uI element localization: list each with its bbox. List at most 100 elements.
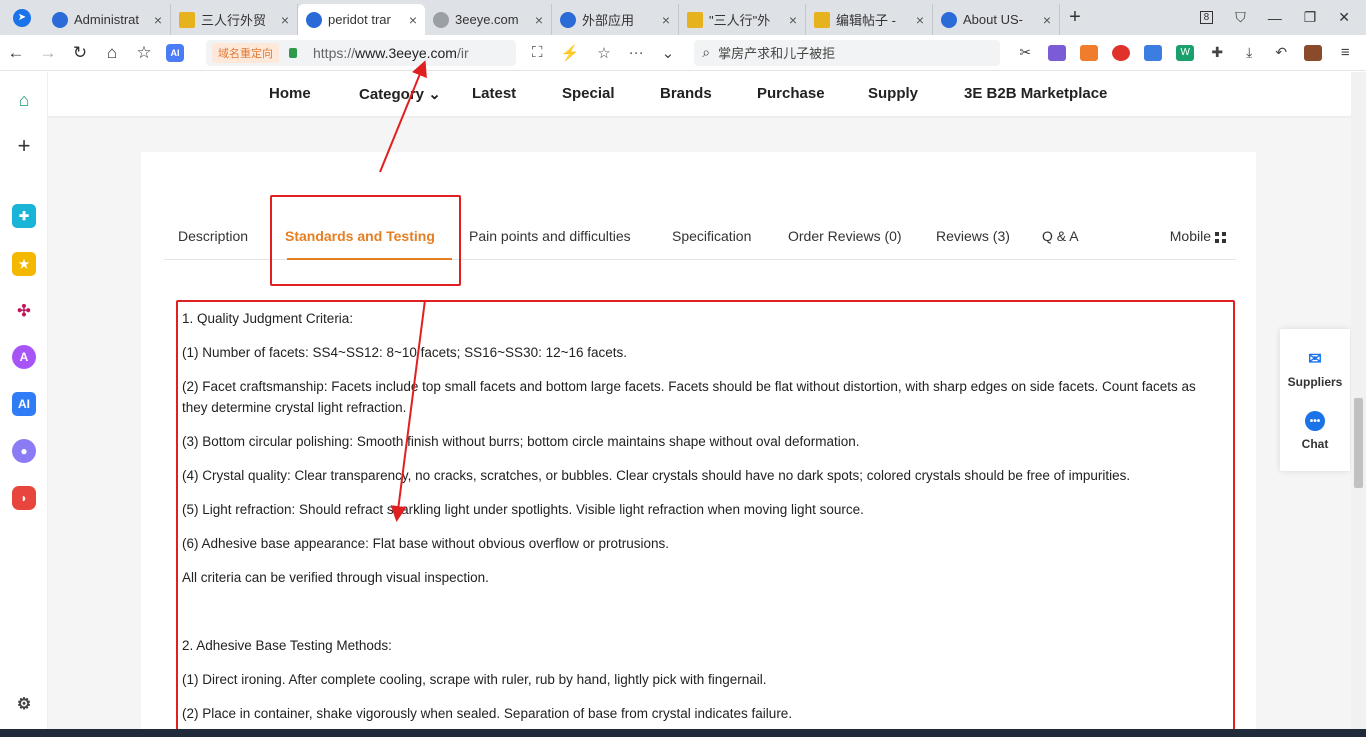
content-line: (3) Bottom circular polishing: Smooth fi… <box>182 434 860 449</box>
url-host: www.3eeye.com <box>355 44 457 61</box>
bookmark-star-icon[interactable]: ☆ <box>597 44 610 62</box>
tab-title: peridot trar <box>328 12 391 27</box>
content-line: (5) Light refraction: Should refract spa… <box>182 502 864 517</box>
browser-tab-strip: ➤ Administrat × 三人行外贸 × peridot trar × 3… <box>0 0 1366 35</box>
tab-description[interactable]: Description <box>178 228 248 244</box>
browser-menu-icon[interactable]: ➤ <box>0 0 44 35</box>
tab-count-badge[interactable]: 8 <box>1199 11 1214 24</box>
close-window-icon[interactable]: ✕ <box>1338 9 1350 26</box>
menu-icon[interactable]: ≡ <box>1336 44 1354 61</box>
download-icon[interactable]: ⤓ <box>1240 44 1258 61</box>
undo-icon[interactable]: ↶ <box>1272 44 1290 61</box>
tab-title: 编辑帖子 - <box>836 13 896 28</box>
tab-specification[interactable]: Specification <box>672 228 751 244</box>
browser-tab[interactable]: 外部应用 × <box>552 4 679 35</box>
browser-tab[interactable]: Administrat × <box>44 4 171 35</box>
tab-order-reviews[interactable]: Order Reviews (0) <box>788 228 902 244</box>
ai-assistant-icon[interactable]: AI <box>166 43 184 62</box>
nav-latest[interactable]: Latest <box>472 85 516 102</box>
browser-tab[interactable]: 3eeye.com × <box>425 4 552 35</box>
browser-tab-active[interactable]: peridot trar × <box>298 4 425 35</box>
mail-icon[interactable] <box>1144 44 1163 61</box>
reload-icon[interactable]: ↻ <box>64 35 96 71</box>
word-icon[interactable]: W <box>1176 44 1195 61</box>
blue-logo-icon <box>306 11 322 28</box>
close-icon[interactable]: × <box>154 12 162 28</box>
translate-icon[interactable]: ⛶ <box>532 44 543 61</box>
forward-icon[interactable]: → <box>32 35 64 71</box>
tab-title: 三人行外贸 <box>201 13 267 28</box>
ai-circle-icon[interactable]: A <box>12 345 36 369</box>
tab-pain-points[interactable]: Pain points and difficulties <box>469 228 631 244</box>
tab-title: About US- <box>963 12 1023 27</box>
extension-orange-icon[interactable] <box>1080 44 1099 61</box>
active-tab-underline <box>287 258 452 260</box>
page-scrollbar[interactable] <box>1351 72 1366 737</box>
close-icon[interactable]: × <box>789 12 797 28</box>
more-icon[interactable]: ··· <box>629 44 644 61</box>
chat-bot-icon[interactable]: ● <box>12 439 36 463</box>
nav-special[interactable]: Special <box>562 85 615 102</box>
close-icon[interactable]: × <box>1043 12 1051 28</box>
browser-side-panel: ⌂ + ✚ ★ ✣ A AI ● ◗ ⚙ <box>0 72 48 737</box>
extension-purple-icon[interactable] <box>1048 44 1067 61</box>
close-icon[interactable]: × <box>409 12 417 28</box>
browser-tab[interactable]: About US- × <box>933 4 1060 35</box>
content-line: (6) Adhesive base appearance: Flat base … <box>182 536 670 551</box>
weibo-icon[interactable] <box>1112 44 1131 61</box>
network-app-icon[interactable]: ✣ <box>12 299 36 323</box>
lightning-icon[interactable]: ⚡ <box>561 44 580 62</box>
search-input[interactable]: ⌕ 掌房产求和儿子被拒 <box>694 39 1001 66</box>
close-icon[interactable]: × <box>662 12 670 28</box>
chat-label: Chat <box>1301 437 1329 451</box>
app-cyan-icon[interactable]: ✚ <box>12 204 36 228</box>
restore-icon[interactable]: ❐ <box>1304 9 1317 26</box>
blue-logo-icon <box>52 11 68 28</box>
settings-gear-icon[interactable]: ⚙ <box>12 692 36 716</box>
scrollbar-thumb[interactable] <box>1354 398 1363 488</box>
os-taskbar <box>0 729 1366 737</box>
nav-home[interactable]: Home <box>269 85 311 102</box>
star-app-icon[interactable]: ★ <box>12 252 36 276</box>
tab-title: "三人行"外 <box>709 13 771 28</box>
tab-reviews[interactable]: Reviews (3) <box>936 228 1010 244</box>
favorites-icon[interactable]: ☆ <box>128 35 160 71</box>
chat-button[interactable]: ••• Chat <box>1280 411 1350 451</box>
back-icon[interactable]: ← <box>0 35 32 71</box>
home-icon[interactable]: ⌂ <box>96 35 128 71</box>
collection-icon[interactable]: ⛉ <box>1235 9 1246 26</box>
scissors-icon[interactable]: ✂ <box>1016 44 1034 61</box>
tab-standards-testing[interactable]: Standards and Testing <box>285 228 435 244</box>
nav-b2b-marketplace[interactable]: 3E B2B Marketplace <box>964 85 1107 102</box>
puzzle-icon[interactable]: ✚ <box>1208 44 1226 61</box>
content-line: 1. Quality Judgment Criteria: <box>182 311 354 326</box>
nav-category[interactable]: Category ⌄ <box>359 85 441 103</box>
browser-tab[interactable]: 编辑帖子 - × <box>806 4 933 35</box>
browser-tab[interactable]: 三人行外贸 × <box>171 4 298 35</box>
url-text[interactable]: https://www.3eeye.com/ir <box>313 45 469 61</box>
gold-icon <box>687 11 703 28</box>
nav-brands[interactable]: Brands <box>660 85 712 102</box>
mobile-label: Mobile <box>1169 228 1211 244</box>
chevron-down-icon[interactable]: ⌄ <box>662 44 675 62</box>
minimize-icon[interactable]: — <box>1268 10 1282 26</box>
home-outline-icon[interactable]: ⌂ <box>12 88 36 112</box>
new-tab-button[interactable]: + <box>1060 0 1090 35</box>
suppliers-button[interactable]: ✉ Suppliers <box>1280 349 1350 389</box>
briefcase-icon[interactable] <box>1304 44 1323 61</box>
close-icon[interactable]: × <box>281 12 289 28</box>
browser-tab[interactable]: "三人行"外 × <box>679 4 806 35</box>
close-icon[interactable]: × <box>916 12 924 28</box>
nav-supply[interactable]: Supply <box>868 85 918 102</box>
globe-icon <box>433 11 449 28</box>
game-icon[interactable]: ◗ <box>12 486 36 510</box>
close-icon[interactable]: × <box>535 12 543 28</box>
address-bar[interactable]: 域名重定向 https://www.3eeye.com/ir <box>206 39 516 66</box>
url-path: /ir <box>456 44 469 61</box>
mobile-link[interactable]: Mobile <box>1170 228 1226 244</box>
ai-square-icon[interactable]: AI <box>12 392 36 416</box>
add-icon[interactable]: + <box>12 133 36 158</box>
tab-qa[interactable]: Q & A <box>1042 228 1079 244</box>
content-line: (1) Number of facets: SS4~SS12: 8~10 fac… <box>182 345 628 360</box>
nav-purchase[interactable]: Purchase <box>757 85 825 102</box>
